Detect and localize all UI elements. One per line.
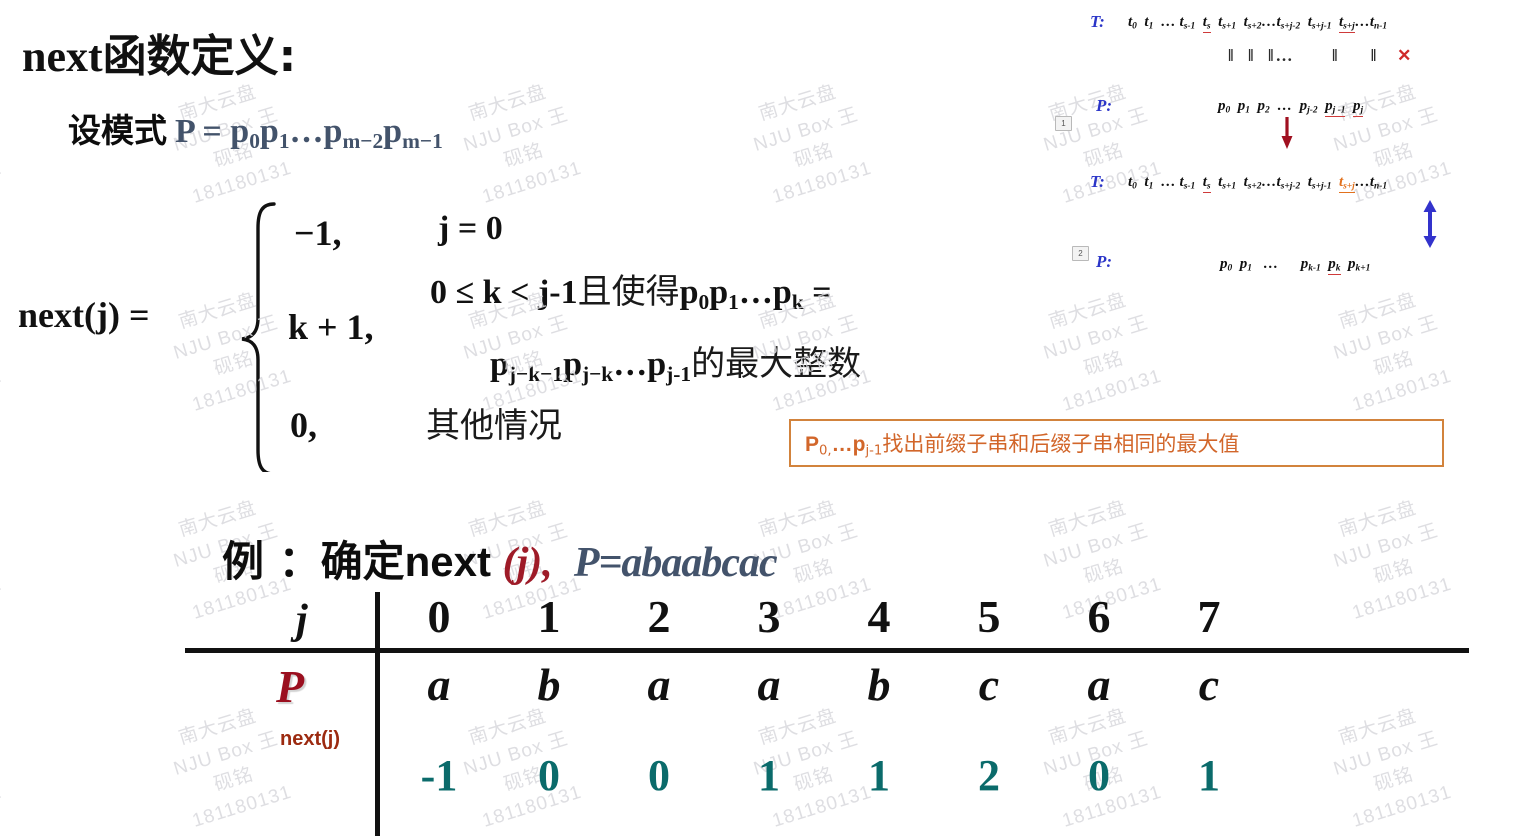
f2b-dots: …p — [613, 346, 667, 383]
diagram-p2-p-label: P: — [1096, 252, 1113, 271]
diagram-p2-t-row: t0 t1 … ts-1 ts ts+1 ts+2…ts+j-2 ts+j-1 … — [1128, 174, 1388, 193]
f2-sub1: 1 — [728, 289, 739, 314]
table-cell-next: 0 — [538, 751, 560, 800]
f2-sub0: 0 — [698, 289, 710, 314]
table-cell-index: 3 — [757, 591, 781, 642]
table-cell-next: 2 — [978, 751, 1000, 800]
f2b-p2: p — [563, 346, 582, 383]
pattern-math: P = p0p1…pm−2pm−1 — [175, 113, 443, 153]
formula-case-2-cond-math: 0 ≤ k < j-1 — [430, 274, 578, 311]
diagram-p1-t-row: t0 t1 … ts-1 ts ts+1 ts+2…ts+j-2 ts+j-1 … — [1128, 14, 1388, 33]
f2b-suba: j−k−1 — [508, 361, 564, 386]
pattern-label-cjk: 设模式 — [68, 111, 167, 150]
formula-case-2-cond-cjk: 且使得 — [577, 272, 680, 312]
table-vertical-rule — [375, 592, 380, 836]
watermark-text: 南大云盘NJU Box 王砚铭181180131 — [1331, 289, 1455, 416]
table-cell-index: 4 — [867, 591, 891, 642]
pattern-definition-line: 设模式 P = p0p1…pm−2pm−1 — [68, 104, 443, 154]
pattern-p1: p — [259, 113, 279, 150]
table-cell-next: 0 — [1088, 751, 1110, 800]
table-cell-index: 1 — [537, 591, 561, 642]
table-cell-next: 1 — [868, 751, 890, 800]
table-cell-index: 7 — [1197, 591, 1221, 642]
diagram-badge-1: 1 — [1055, 116, 1072, 131]
callout-text: P0,…pj-1找出前缀子串和后缀子串相同的最大值 — [805, 428, 1239, 459]
f2b-subb: j−k — [581, 361, 614, 386]
table-cell-index: 2 — [647, 591, 671, 642]
callout-main-text: 找出前缀子串和后缀子串相同的最大值 — [882, 431, 1240, 456]
table-row-label-next: next(j) — [280, 728, 340, 750]
diagram-p2-t-label: T: — [1090, 172, 1105, 191]
f2b-p: p — [490, 346, 509, 383]
pattern-math-prefix: P = p — [175, 113, 250, 150]
f2-p1: p — [709, 274, 729, 311]
pattern-sub-m1: m−1 — [402, 128, 443, 153]
diagram-p1-p-row: p0 p1 p2 … pj-2 pj -1 pj — [1218, 98, 1364, 117]
diagram-p1-t-label: T: — [1090, 12, 1105, 31]
pattern-sub-m2: m−2 — [342, 128, 384, 153]
slide-canvas: 南大云盘NJU Box 王砚铭181180131 南大云盘NJU Box 王砚铭1… — [0, 0, 1524, 836]
table-cell-pattern: c — [978, 659, 1000, 710]
formula-case-2-condition-line1: 0 ≤ k < j-1且使得p0p1…pk = — [430, 264, 832, 315]
watermark-text: 南大云盘NJU Box 王砚铭181180131 — [0, 0, 52, 17]
formula-case-3-cond-cjk: 其他情况 — [426, 406, 562, 446]
formula-case-2-cjk: 的最大整数 — [691, 344, 862, 384]
formula-case-3-condition: 其他情况 — [426, 398, 562, 447]
callout-prefix: P — [805, 432, 820, 456]
table-cell-next: 1 — [1198, 751, 1220, 800]
table-cell-pattern: b — [537, 659, 561, 710]
table-cell-pattern: a — [757, 659, 781, 710]
diagram-p2-p-row: p0 p1 … pk-1 pk pk+1 — [1220, 256, 1371, 275]
watermark-text: 南大云盘NJU Box 王砚铭181180131 — [698, 0, 921, 17]
table-cell-next: 0 — [648, 751, 670, 800]
pattern-p-last: p — [383, 113, 403, 150]
pattern-dots: …p — [289, 113, 343, 150]
table-cell-index: 5 — [977, 591, 1001, 642]
next-value-table: j P next(j) 0 1 2 3 4 5 6 7 a b a a b c a c -1 0 0 1 1 2 0 1 — [0, 560, 1524, 836]
table-cell-pattern: a — [647, 659, 671, 710]
pattern-sub-0: 0 — [249, 128, 260, 153]
page-title-latin: next — [22, 32, 103, 81]
pattern-sub-1: 1 — [278, 128, 290, 153]
page-title: next函数定义: — [22, 20, 296, 84]
page-title-cjk: 函数定义: — [102, 31, 297, 82]
down-arrow-icon — [1281, 117, 1293, 149]
kmp-mismatch-diagram: 1 T: t0 t1 … ts-1 ts ts+1 ts+2…ts+j-2 ts… — [1050, 8, 1524, 290]
f2-dots: …p — [738, 274, 792, 311]
watermark-text: 南大云盘NJU Box 王砚铭181180131 — [408, 0, 631, 17]
up-down-arrow-icon — [1423, 200, 1437, 248]
table-row-label-j: j — [296, 597, 308, 643]
callout-box: P0,…pj-1找出前缀子串和后缀子串相同的最大值 — [789, 419, 1444, 467]
table-cell-pattern: a — [427, 659, 451, 710]
formula-case-2-condition-line2: pj−k−1pj−k…pj-1的最大整数 — [490, 336, 861, 387]
curly-brace-icon — [236, 200, 278, 472]
table-cell-index: 6 — [1087, 591, 1111, 642]
table-cell-next: 1 — [758, 751, 780, 800]
formula-case-3-value: 0, — [290, 405, 317, 445]
callout-sub-j: j-1 — [865, 443, 883, 459]
formula-case-2-suffix: pj−k−1pj−k…pj-1 — [490, 346, 692, 386]
formula-case-1-cond-math: j = 0 — [438, 210, 503, 247]
table-cell-pattern: c — [1198, 659, 1220, 710]
f2b-subc: j-1 — [666, 361, 692, 386]
formula-case-2-prefix: p0p1…pk = — [679, 274, 832, 314]
callout-sub-0: 0, — [819, 443, 832, 459]
f2-p: p — [679, 274, 699, 311]
formula-case-1-value: −1, — [294, 213, 342, 253]
table-cell-pattern: a — [1087, 659, 1111, 710]
table-cell-pattern: b — [867, 659, 891, 710]
diagram-p1-p-label: P: — [1096, 96, 1113, 115]
table-cell-index: 0 — [427, 591, 451, 642]
callout-mid: …p — [831, 432, 866, 456]
formula-lhs: next(j) = — [18, 295, 150, 335]
table-row-label-p: P — [276, 661, 305, 712]
f2-subk: k — [791, 289, 804, 314]
formula-case-2-value: k + 1, — [288, 307, 374, 347]
diagram-badge-2: 2 — [1072, 246, 1089, 261]
table-cell-next: -1 — [420, 751, 458, 800]
diagram-p1-equal-marks: ‖ ‖ ‖… ‖ ‖ ✕ — [1228, 46, 1414, 65]
watermark-text: 南大云盘NJU Box 王砚铭181180131 — [118, 0, 341, 17]
f2-eq: = — [803, 274, 832, 311]
formula-case-1-condition: j = 0 — [438, 210, 503, 248]
